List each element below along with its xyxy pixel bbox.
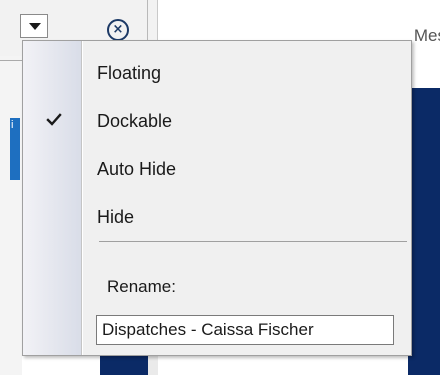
chevron-down-icon <box>29 23 41 30</box>
rename-input[interactable] <box>96 315 394 345</box>
menu-item-auto-hide[interactable]: Auto Hide <box>24 148 410 192</box>
dock-state-context-menu: Floating Dockable Auto Hide Hide Rename: <box>22 40 412 356</box>
menu-item-label: Hide <box>97 207 135 227</box>
left-panel <box>0 56 22 375</box>
menu-item-hide[interactable]: Hide <box>24 196 410 240</box>
menu-item-label: Dockable <box>97 111 173 131</box>
window-position-dropdown-button[interactable] <box>20 14 48 38</box>
panel-gap <box>148 356 158 375</box>
menu-separator <box>99 241 407 242</box>
menu-item-label: Floating <box>97 63 162 83</box>
side-tab-text: i <box>11 119 14 131</box>
menu-item-dockable[interactable]: Dockable <box>24 100 410 144</box>
dock-panel-background-right <box>408 88 440 375</box>
rename-label: Rename: <box>107 277 176 296</box>
close-circle-icon[interactable]: × <box>107 19 129 41</box>
tab-header-text: Mes <box>413 26 440 45</box>
side-tab[interactable]: i <box>10 118 20 180</box>
menu-item-label: Auto Hide <box>97 159 177 179</box>
left-panel-divider <box>0 60 22 61</box>
checkmark-icon <box>46 113 62 126</box>
menu-item-floating[interactable]: Floating <box>24 52 410 96</box>
